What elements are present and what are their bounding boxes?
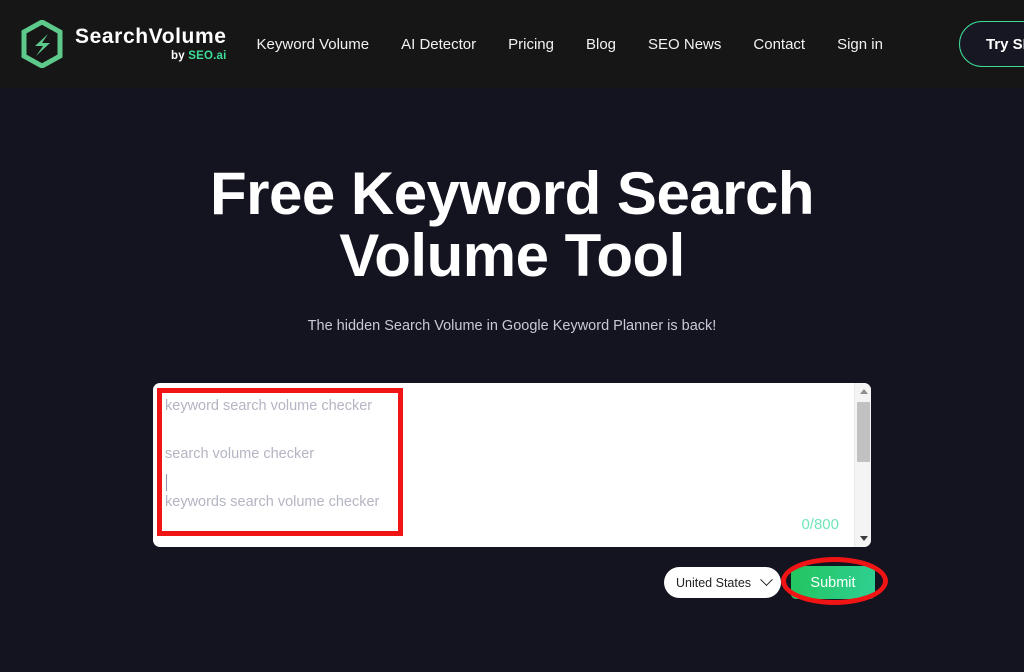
country-select[interactable]: United States	[664, 567, 781, 598]
scrollbar-up-button[interactable]	[855, 383, 871, 400]
caret-up-icon	[859, 389, 868, 394]
chevron-down-icon	[760, 573, 773, 587]
page-root: SearchVolume by SEO.ai Keyword Volume AI…	[0, 0, 1024, 672]
scrollbar-thumb[interactable]	[857, 402, 870, 462]
brand-tagline: by SEO.ai	[75, 49, 227, 63]
nav-item-pricing[interactable]: Pricing	[508, 30, 554, 59]
placeholder-line-3: keywords search volume checker	[165, 494, 380, 510]
page-title: Free Keyword Search Volume Tool	[0, 160, 1024, 290]
brand-logo[interactable]: SearchVolume by SEO.ai	[20, 20, 227, 68]
brand-name: SearchVolume	[75, 24, 227, 48]
site-header: SearchVolume by SEO.ai Keyword Volume AI…	[0, 0, 1024, 88]
placeholder-spacer	[165, 422, 837, 446]
form-controls: United States Submit	[664, 566, 875, 599]
scrollbar-down-button[interactable]	[855, 530, 871, 547]
nav-item-blog[interactable]: Blog	[586, 30, 616, 59]
try-seo-ai-free-button[interactable]: Try SEO.ai Free	[958, 21, 1024, 67]
hexagon-bolt-icon	[21, 20, 63, 68]
submit-button[interactable]: Submit	[791, 566, 875, 599]
main-nav: Keyword Volume AI Detector Pricing Blog …	[257, 21, 1024, 67]
brand-by-company: SEO.ai	[188, 49, 227, 62]
nav-item-ai-detector[interactable]: AI Detector	[401, 30, 476, 59]
page-title-line-2: Volume Tool	[339, 222, 685, 290]
nav-item-seo-news[interactable]: SEO News	[648, 30, 721, 59]
textarea-scrollbar[interactable]	[854, 383, 871, 547]
hero-section: Free Keyword Search Volume Tool The hidd…	[0, 88, 1024, 334]
placeholder-line-1: keyword search volume checker	[165, 398, 373, 414]
nav-item-keyword-volume[interactable]: Keyword Volume	[257, 30, 370, 59]
text-caret-row	[165, 470, 837, 494]
keyword-textarea-card[interactable]: keyword search volume checker search vol…	[153, 383, 871, 547]
brand-by-word: by	[171, 49, 189, 62]
brand-text: SearchVolume by SEO.ai	[75, 26, 227, 63]
caret-down-icon	[859, 536, 868, 541]
character-counter: 0/800	[801, 516, 839, 533]
page-subtitle: The hidden Search Volume in Google Keywo…	[307, 317, 717, 334]
keyword-textarea[interactable]: keyword search volume checker search vol…	[153, 383, 853, 547]
text-caret	[166, 473, 167, 491]
country-select-value: United States	[676, 575, 752, 590]
nav-item-sign-in[interactable]: Sign in	[837, 30, 883, 59]
page-title-line-1: Free Keyword Search	[209, 160, 815, 227]
placeholder-line-2: search volume checker	[165, 446, 315, 462]
nav-item-contact[interactable]: Contact	[753, 30, 805, 59]
